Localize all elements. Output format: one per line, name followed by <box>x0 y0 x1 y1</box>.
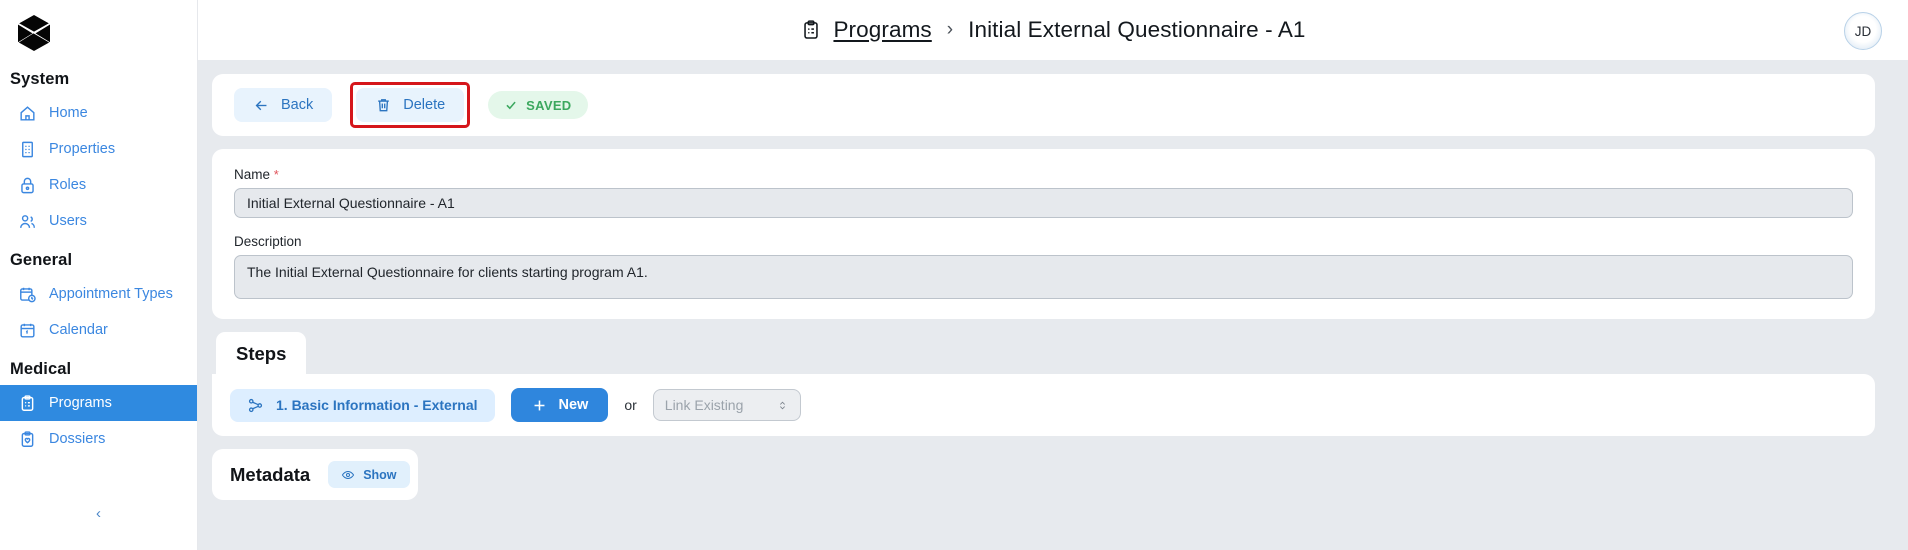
breadcrumb: Programs › Initial External Questionnair… <box>800 17 1305 43</box>
metadata-title: Metadata <box>230 463 311 485</box>
plus-icon <box>534 400 544 410</box>
back-button[interactable]: Back <box>234 88 333 122</box>
app-root: System Home Properties Roles Users Gener… <box>0 0 1908 550</box>
sidebar-item-programs[interactable]: Programs <box>0 385 197 421</box>
metadata-card: Metadata Show <box>212 449 418 500</box>
toolbar-card: Back Delete SAVED <box>212 74 1875 136</box>
steps-section: Steps 1. Basic Information - External Ne… <box>212 332 1875 436</box>
topbar: Programs › Initial External Questionnair… <box>198 0 1908 60</box>
sidebar-item-label: Roles <box>49 176 87 193</box>
step-chip-label: 1. Basic Information - External <box>276 397 478 413</box>
users-icon <box>20 214 35 228</box>
steps-tab-body: 1. Basic Information - External New or L… <box>212 374 1875 436</box>
delete-button[interactable]: Delete <box>356 88 465 122</box>
tab-steps[interactable]: Steps <box>216 332 307 374</box>
sidebar-item-users[interactable]: Users <box>0 203 197 239</box>
sidebar-item-home[interactable]: Home <box>0 95 197 131</box>
chevron-updown-icon <box>779 401 785 409</box>
link-existing-placeholder: Link Existing <box>664 397 744 413</box>
sidebar-item-label: Appointment Types <box>49 285 173 302</box>
description-field-label: Description <box>234 234 302 249</box>
nodes-icon <box>248 398 263 412</box>
check-icon <box>506 101 516 110</box>
sidebar-item-label: Properties <box>49 140 116 157</box>
required-marker: * <box>273 167 279 182</box>
content-canvas: Back Delete SAVED Name * Initial Externa… <box>198 60 1908 550</box>
clipboard-list-icon <box>21 394 34 411</box>
steps-tabstrip: Steps <box>212 332 1875 374</box>
sidebar-item-properties[interactable]: Properties <box>0 131 197 167</box>
sidebar: System Home Properties Roles Users Gener… <box>0 0 198 550</box>
sidebar-item-label: Users <box>49 212 87 229</box>
name-input[interactable]: Initial External Questionnaire - A1 <box>234 188 1853 218</box>
chevron-left-icon: ‹ <box>96 504 101 522</box>
hexagon-x-logo-icon <box>18 15 50 51</box>
name-field-group: Name * Initial External Questionnaire - … <box>230 163 1857 224</box>
sidebar-group-title-general: General <box>10 251 73 269</box>
delete-button-highlight: Delete <box>350 82 471 128</box>
name-field-label: Name * <box>234 167 1853 182</box>
sidebar-item-roles[interactable]: Roles <box>0 167 197 203</box>
metadata-show-label: Show <box>363 467 397 482</box>
clipboard-heart-icon <box>21 430 34 447</box>
sidebar-group-title-medical: Medical <box>10 360 72 378</box>
description-input[interactable]: The Initial External Questionnaire for c… <box>234 255 1853 299</box>
building-icon <box>22 141 33 157</box>
breadcrumb-separator: › <box>946 19 954 40</box>
clipboard-icon <box>804 20 819 39</box>
status-badge-saved: SAVED <box>488 91 588 119</box>
name-label-text: Name <box>234 167 271 182</box>
status-badge-label: SAVED <box>526 97 572 113</box>
new-step-button[interactable]: New <box>510 388 609 422</box>
breadcrumb-current: Initial External Questionnaire - A1 <box>968 17 1306 42</box>
metadata-section: Metadata Show <box>212 449 1875 500</box>
sidebar-item-label: Calendar <box>49 321 108 338</box>
metadata-show-button[interactable]: Show <box>328 461 410 488</box>
sidebar-group-title-system: System <box>10 70 70 88</box>
sidebar-collapse-button[interactable]: ‹ <box>0 500 197 526</box>
arrow-left-icon <box>255 100 267 110</box>
home-icon <box>20 105 35 121</box>
sidebar-item-label: Dossiers <box>49 430 106 447</box>
brand-logo[interactable] <box>0 0 197 66</box>
or-label: or <box>624 397 637 413</box>
calendar-clock-icon <box>20 287 36 302</box>
link-existing-select[interactable]: Link Existing <box>652 389 801 421</box>
form-card: Name * Initial External Questionnaire - … <box>212 149 1875 319</box>
sidebar-item-appointment-types[interactable]: Appointment Types <box>0 276 197 312</box>
description-field-group: Description The Initial External Questio… <box>230 224 1857 305</box>
sidebar-item-label: Home <box>49 104 88 121</box>
delete-button-label: Delete <box>403 97 446 113</box>
trash-icon <box>378 99 390 112</box>
toolbar: Back Delete SAVED <box>230 81 1857 129</box>
avatar-initials: JD <box>1854 23 1872 39</box>
back-button-label: Back <box>281 97 314 113</box>
sidebar-item-dossiers[interactable]: Dossiers <box>0 421 197 457</box>
sidebar-item-label: Programs <box>49 394 112 411</box>
step-chip-basic-information-external[interactable]: 1. Basic Information - External <box>230 388 495 422</box>
new-step-button-label: New <box>558 397 589 413</box>
avatar[interactable]: JD <box>1844 12 1882 50</box>
breadcrumb-link-programs[interactable]: Programs <box>833 17 931 43</box>
calendar-icon <box>20 323 35 338</box>
sidebar-item-calendar[interactable]: Calendar <box>0 312 197 348</box>
eye-icon <box>342 470 355 479</box>
main-area: Programs › Initial External Questionnair… <box>198 0 1908 550</box>
lock-icon <box>21 177 34 193</box>
